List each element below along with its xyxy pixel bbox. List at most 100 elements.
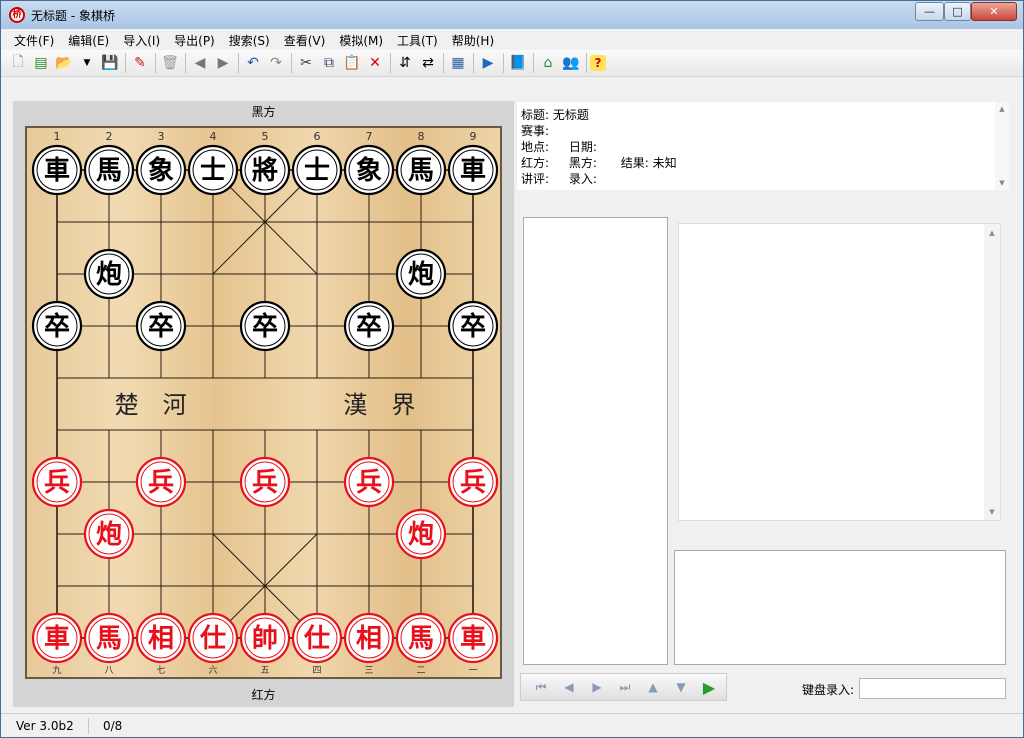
piece-black[interactable]: 士 bbox=[187, 144, 239, 196]
file-number-bottom: 一 bbox=[468, 666, 477, 676]
piece-red[interactable]: 炮 bbox=[83, 508, 135, 560]
back-icon[interactable]: ◀ bbox=[189, 52, 211, 74]
comment-scrollbar[interactable]: ▲ ▼ bbox=[984, 224, 1000, 520]
scroll-down-icon[interactable]: ▼ bbox=[984, 508, 1000, 516]
piece-black[interactable]: 卒 bbox=[135, 300, 187, 352]
piece-black[interactable]: 卒 bbox=[447, 300, 499, 352]
menu-simulate[interactable]: 模拟(M) bbox=[332, 32, 390, 49]
black-player-label: 黑方: bbox=[568, 156, 597, 170]
save-icon[interactable]: 💾 bbox=[99, 52, 121, 74]
piece-red[interactable]: 兵 bbox=[447, 456, 499, 508]
piece-red[interactable]: 炮 bbox=[395, 508, 447, 560]
keyboard-input[interactable] bbox=[859, 678, 1006, 699]
up-variation-icon[interactable]: ▲ bbox=[639, 680, 667, 694]
edit-icon[interactable]: ✎ bbox=[129, 52, 151, 74]
autoplay-icon[interactable]: ▶ bbox=[695, 678, 723, 697]
scroll-up-icon[interactable]: ▲ bbox=[984, 229, 1000, 237]
dropdown-icon[interactable]: ▼ bbox=[76, 52, 98, 74]
piece-red[interactable]: 相 bbox=[343, 612, 395, 664]
moves-list[interactable] bbox=[523, 217, 668, 665]
piece-red[interactable]: 兵 bbox=[31, 456, 83, 508]
help-icon[interactable]: ? bbox=[590, 55, 606, 71]
redo-icon[interactable]: ↷ bbox=[265, 52, 287, 74]
forward-icon[interactable]: ▶ bbox=[212, 52, 234, 74]
down-variation-icon[interactable]: ▼ bbox=[667, 680, 695, 694]
piece-black[interactable]: 象 bbox=[343, 144, 395, 196]
play-icon[interactable]: ▶ bbox=[477, 52, 499, 74]
piece-red[interactable]: 帥 bbox=[239, 612, 291, 664]
piece-black[interactable]: 卒 bbox=[239, 300, 291, 352]
piece-label: 兵 bbox=[356, 468, 382, 498]
last-move-icon[interactable]: ⏭ bbox=[611, 680, 639, 695]
title-field-label: 标题: bbox=[521, 108, 550, 122]
board-svg[interactable]: 楚 河漢 界1 2 3 4 5 6 7 8 9九八七六五四三二一車馬象士將士象馬車炮 炮卒卒卒卒卒… bbox=[27, 128, 500, 677]
game-info-panel[interactable]: 标题: 无标题 赛事: 地点: 日期: 红方: 黑方: 结果: 未知 讲评: 录… bbox=[517, 102, 1009, 190]
paste-icon[interactable]: 📋 bbox=[341, 52, 363, 74]
remove-icon[interactable]: ✕ bbox=[364, 52, 386, 74]
cut-icon[interactable]: ✂ bbox=[295, 52, 317, 74]
variations-box[interactable] bbox=[674, 550, 1006, 665]
app-icon[interactable]: 桥 bbox=[9, 7, 25, 23]
table-icon[interactable]: ▦ bbox=[447, 52, 469, 74]
event-field-label: 赛事: bbox=[521, 124, 550, 138]
users-icon[interactable]: 👥 bbox=[560, 52, 582, 74]
maximize-button[interactable]: □ bbox=[944, 2, 971, 21]
piece-red[interactable]: 兵 bbox=[239, 456, 291, 508]
home-icon[interactable]: ⌂ bbox=[537, 52, 559, 74]
piece-red[interactable]: 兵 bbox=[135, 456, 187, 508]
menu-tools[interactable]: 工具(T) bbox=[390, 32, 445, 49]
flip-vertical-icon[interactable]: ⇵ bbox=[394, 52, 416, 74]
open-icon[interactable]: 📂 bbox=[53, 52, 75, 74]
title-bar[interactable]: 桥 无标题 - 象棋桥 — □ ✕ bbox=[1, 1, 1023, 29]
piece-black[interactable]: 卒 bbox=[343, 300, 395, 352]
piece-black[interactable]: 將 bbox=[239, 144, 291, 196]
close-button[interactable]: ✕ bbox=[971, 2, 1017, 21]
piece-red[interactable]: 兵 bbox=[343, 456, 395, 508]
next-move-icon[interactable]: ▶ bbox=[583, 680, 611, 694]
minimize-button[interactable]: — bbox=[915, 2, 944, 21]
flip-horizontal-icon[interactable]: ⇄ bbox=[417, 52, 439, 74]
piece-black[interactable]: 卒 bbox=[31, 300, 83, 352]
piece-red[interactable]: 馬 bbox=[395, 612, 447, 664]
piece-red[interactable]: 車 bbox=[447, 612, 499, 664]
comment-box[interactable]: ▲ ▼ bbox=[678, 223, 1001, 521]
scroll-down-icon[interactable]: ▼ bbox=[995, 179, 1009, 187]
menu-search[interactable]: 搜索(S) bbox=[222, 32, 277, 49]
new-icon[interactable]: 🗋 bbox=[7, 52, 29, 74]
info-scrollbar[interactable]: ▲ ▼ bbox=[995, 102, 1009, 190]
piece-black[interactable]: 士 bbox=[291, 144, 343, 196]
piece-label: 車 bbox=[460, 156, 486, 186]
copy-icon[interactable]: ⧉ bbox=[318, 52, 340, 74]
book-icon[interactable]: 📘 bbox=[507, 52, 529, 74]
piece-red[interactable]: 仕 bbox=[291, 612, 343, 664]
piece-red[interactable]: 車 bbox=[31, 612, 83, 664]
piece-black[interactable]: 炮 bbox=[395, 248, 447, 300]
menu-view[interactable]: 查看(V) bbox=[277, 32, 333, 49]
river-label-right: 漢 界 bbox=[343, 391, 415, 419]
prev-move-icon[interactable]: ◀ bbox=[555, 680, 583, 694]
undo-icon[interactable]: ↶ bbox=[242, 52, 264, 74]
chess-board[interactable]: 楚 河漢 界123456789九八七六五四三二一車馬象士將士象馬車炮炮卒卒卒卒卒… bbox=[25, 126, 502, 679]
piece-black[interactable]: 象 bbox=[135, 144, 187, 196]
menu-help[interactable]: 帮助(H) bbox=[445, 32, 501, 49]
menu-export[interactable]: 导出(P) bbox=[167, 32, 222, 49]
first-move-icon[interactable]: ⏮ bbox=[527, 680, 555, 695]
toolbar: 🗋 ▤ 📂 ▼ 💾 ✎ 🗑 ◀ ▶ ↶ ↷ ✂ ⧉ 📋 ✕ ⇵ ⇄ ▦ ▶ 📘 … bbox=[1, 50, 1023, 77]
scroll-up-icon[interactable]: ▲ bbox=[995, 105, 1009, 113]
piece-red[interactable]: 馬 bbox=[83, 612, 135, 664]
menu-import[interactable]: 导入(I) bbox=[116, 32, 167, 49]
piece-black[interactable]: 車 bbox=[447, 144, 499, 196]
delete-icon[interactable]: 🗑 bbox=[159, 52, 181, 74]
toolbar-separator bbox=[238, 53, 239, 73]
piece-red[interactable]: 相 bbox=[135, 612, 187, 664]
title-field-value: 无标题 bbox=[552, 108, 589, 122]
piece-black[interactable]: 炮 bbox=[83, 248, 135, 300]
menu-file[interactable]: 文件(F) bbox=[7, 32, 61, 49]
list-icon[interactable]: ▤ bbox=[30, 52, 52, 74]
piece-black[interactable]: 馬 bbox=[83, 144, 135, 196]
menu-edit[interactable]: 编辑(E) bbox=[61, 32, 116, 49]
piece-red[interactable]: 仕 bbox=[187, 612, 239, 664]
piece-label: 馬 bbox=[408, 624, 434, 654]
piece-black[interactable]: 車 bbox=[31, 144, 83, 196]
piece-black[interactable]: 馬 bbox=[395, 144, 447, 196]
